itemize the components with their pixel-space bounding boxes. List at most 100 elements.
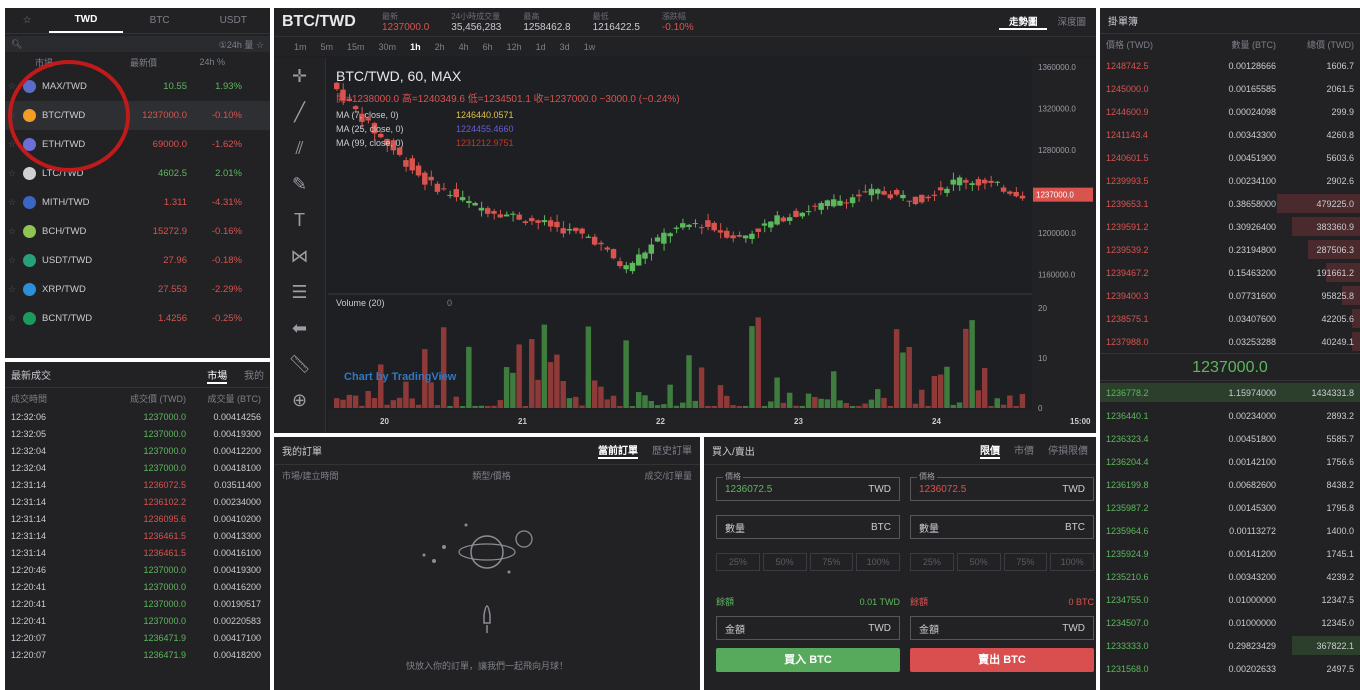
market-row[interactable]: ☆ XRP/TWD 27.553 -2.29%: [5, 275, 270, 304]
market-search-input[interactable]: 🔍︎ ①24h 量 ☆: [5, 36, 270, 52]
candle-body: [717, 230, 724, 233]
interval-6h[interactable]: 6h: [483, 42, 493, 52]
star-icon[interactable]: ☆: [5, 226, 19, 237]
sell-total-field[interactable]: 金額 TWD: [910, 616, 1094, 640]
interval-1m[interactable]: 1m: [294, 42, 307, 52]
buy-button[interactable]: 買入 BTC: [716, 648, 900, 672]
interval-1h[interactable]: 1h: [410, 42, 421, 52]
ask-row[interactable]: 1248742.5 0.00128666 1606.7: [1100, 54, 1360, 77]
ask-row[interactable]: 1239591.2 0.30926400 383360.9: [1100, 215, 1360, 238]
buy-price-field[interactable]: 價格 1236072.5 TWD: [716, 471, 900, 501]
tab-usdt[interactable]: USDT: [196, 15, 270, 26]
sell-button[interactable]: 賣出 BTC: [910, 648, 1094, 672]
star-icon[interactable]: ☆: [5, 168, 19, 179]
star-icon[interactable]: ☆: [5, 313, 19, 324]
ask-row[interactable]: 1241143.4 0.00343300 4260.8: [1100, 123, 1360, 146]
tab-chart[interactable]: 走勢圖: [998, 14, 1048, 30]
sell-price-field[interactable]: 價格 1236072.5 TWD: [910, 471, 1094, 501]
tab-btc[interactable]: BTC: [123, 15, 197, 26]
x-tick-label: 23: [794, 417, 803, 426]
bid-row[interactable]: 1236778.2 1.15974000 1434331.8: [1100, 381, 1360, 404]
buy-50-button[interactable]: 50%: [762, 553, 807, 571]
interval-1w[interactable]: 1w: [584, 42, 596, 52]
market-row[interactable]: ☆ MITH/TWD 1.311 -4.31%: [5, 188, 270, 217]
book-qty: 0.00145300: [1228, 502, 1276, 513]
candle-body: [818, 203, 824, 210]
interval-2h[interactable]: 2h: [435, 42, 445, 52]
ask-row[interactable]: 1239400.3 0.07731600 95825.8: [1100, 284, 1360, 307]
tab-twd[interactable]: TWD: [49, 9, 123, 33]
interval-30m[interactable]: 30m: [379, 42, 397, 52]
ask-row[interactable]: 1239993.5 0.00234100 2902.6: [1100, 169, 1360, 192]
col-time: 成交時間: [11, 393, 48, 404]
ask-row[interactable]: 1245000.0 0.00165585 2061.5: [1100, 77, 1360, 100]
trade-price: 1236102.2: [143, 496, 186, 507]
tab-market-order[interactable]: 市價: [1014, 442, 1034, 459]
interval-4h[interactable]: 4h: [459, 42, 469, 52]
ask-row[interactable]: 1239653.1 0.38658000 479225.0: [1100, 192, 1360, 215]
tab-open-orders[interactable]: 當前訂單: [598, 442, 638, 459]
interval-1d[interactable]: 1d: [536, 42, 546, 52]
tab-stop-limit[interactable]: 停損限價: [1048, 442, 1088, 459]
bid-row[interactable]: 1234507.0 0.01000000 12345.0: [1100, 611, 1360, 634]
bid-row[interactable]: 1236440.1 0.00234000 2893.2: [1100, 404, 1360, 427]
ask-row[interactable]: 1239467.2 0.15463200 191661.2: [1100, 261, 1360, 284]
interval-3d[interactable]: 3d: [560, 42, 570, 52]
ask-row[interactable]: 1238575.1 0.03407600 42205.6: [1100, 307, 1360, 330]
market-row[interactable]: ☆ USDT/TWD 27.96 -0.18%: [5, 246, 270, 275]
candle-body: [969, 183, 975, 185]
ticker-stat: 漲跌幅 -0.10%: [662, 11, 694, 33]
star-icon[interactable]: ☆: [5, 197, 19, 208]
bid-row[interactable]: 1236199.8 0.00682600 8438.2: [1100, 473, 1360, 496]
bid-row[interactable]: 1235987.2 0.00145300 1795.8: [1100, 496, 1360, 519]
bid-row[interactable]: 1236204.4 0.00142100 1756.6: [1100, 450, 1360, 473]
candle-body: [591, 236, 598, 245]
col-change[interactable]: 24h %: [157, 57, 225, 67]
tab-limit[interactable]: 限價: [980, 442, 1000, 459]
sell-amount-field[interactable]: 數量 BTC: [910, 515, 1094, 539]
tab-my-trades[interactable]: 我的: [244, 371, 264, 382]
bid-row[interactable]: 1236323.4 0.00451800 5585.7: [1100, 427, 1360, 450]
sell-25-button[interactable]: 25%: [910, 553, 954, 571]
ask-row[interactable]: 1239539.2 0.23194800 287506.3: [1100, 238, 1360, 261]
market-row[interactable]: ☆ BCH/TWD 15272.9 -0.16%: [5, 217, 270, 246]
bid-row[interactable]: 1234755.0 0.01000000 12347.5: [1100, 588, 1360, 611]
bid-row[interactable]: 1233333.0 0.29823429 367822.1: [1100, 634, 1360, 657]
tab-market-trades[interactable]: 市場: [207, 371, 228, 384]
sort-toggle[interactable]: ①24h 量 ☆: [219, 38, 264, 51]
buy-total-field[interactable]: 金額 TWD: [716, 616, 900, 640]
star-icon[interactable]: ☆: [5, 255, 19, 266]
volume-bar: [950, 404, 956, 408]
buy-100-button[interactable]: 100%: [856, 553, 900, 571]
sell-50-button[interactable]: 50%: [956, 553, 1001, 571]
buy-25-button[interactable]: 25%: [716, 553, 760, 571]
sell-75-button[interactable]: 75%: [1003, 553, 1048, 571]
ask-row[interactable]: 1240601.5 0.00451900 5603.6: [1100, 146, 1360, 169]
tab-depth[interactable]: 深度圖: [1047, 14, 1096, 30]
buy-amount-field[interactable]: 數量 BTC: [716, 515, 900, 539]
sell-100-button[interactable]: 100%: [1050, 553, 1094, 571]
chart-symbol-title[interactable]: BTC/TWD, 60, MAX: [336, 68, 461, 84]
search-icon: 🔍︎: [11, 38, 23, 49]
bid-row[interactable]: 1235210.6 0.00343200 4239.2: [1100, 565, 1360, 588]
market-list-panel: ☆ TWD BTC USDT 🔍︎ ①24h 量 ☆ 市場 最新價 24h % …: [5, 8, 270, 358]
market-change: -1.62%: [211, 139, 242, 150]
col-price[interactable]: 最新價: [95, 56, 157, 69]
candle-body: [799, 212, 805, 217]
bid-row[interactable]: 1235964.6 0.00113272 1400.0: [1100, 519, 1360, 542]
book-qty: 0.00343300: [1228, 129, 1276, 140]
stat-label: 漲跌幅: [661, 12, 686, 21]
ask-row[interactable]: 1237988.0 0.03253288 40249.1: [1100, 330, 1360, 353]
interval-5m[interactable]: 5m: [321, 42, 334, 52]
interval-12h[interactable]: 12h: [507, 42, 522, 52]
favorites-star-icon[interactable]: ☆: [5, 15, 49, 26]
ask-row[interactable]: 1244600.9 0.00024098 299.9: [1100, 100, 1360, 123]
volume-bar: [736, 406, 743, 408]
tab-order-history[interactable]: 歷史訂單: [652, 442, 692, 459]
bid-row[interactable]: 1231568.0 0.00202633 2497.5: [1100, 657, 1360, 680]
bid-row[interactable]: 1235924.9 0.00141200 1745.1: [1100, 542, 1360, 565]
market-row[interactable]: ☆ BCNT/TWD 1.4256 -0.25%: [5, 304, 270, 333]
star-icon[interactable]: ☆: [5, 284, 19, 295]
buy-75-button[interactable]: 75%: [809, 553, 854, 571]
interval-15m[interactable]: 15m: [347, 42, 365, 52]
